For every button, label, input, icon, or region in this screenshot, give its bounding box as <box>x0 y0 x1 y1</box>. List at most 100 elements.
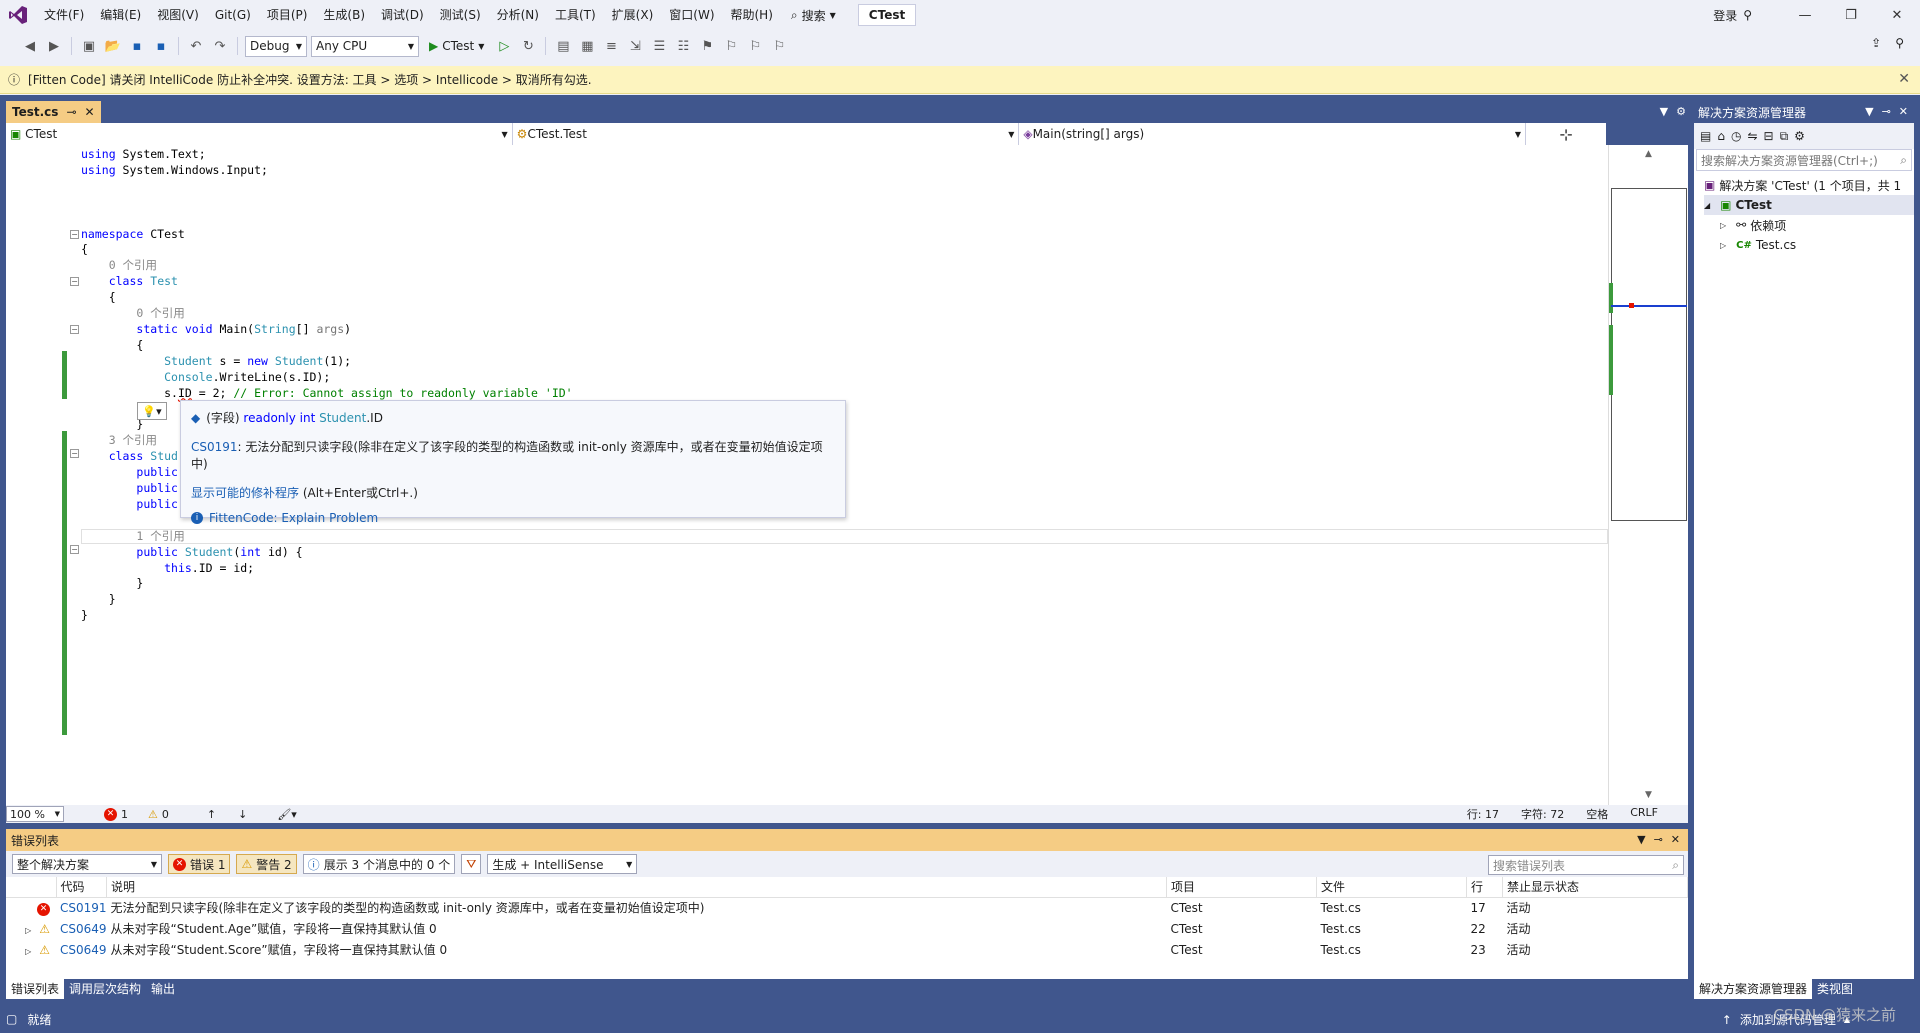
sync-icon[interactable]: ⇋ <box>1747 129 1757 143</box>
line-indicator[interactable]: 行: 17 <box>1467 806 1499 822</box>
restore-button[interactable]: ❐ <box>1828 0 1874 30</box>
menu-test[interactable]: 测试(S) <box>432 0 489 30</box>
bookmark-icon[interactable]: ⚑ <box>697 36 717 56</box>
tab-class-view[interactable]: 类视图 <box>1812 979 1858 999</box>
collapse-icon[interactable]: ◢ <box>1704 201 1710 210</box>
table-row[interactable]: ✕ CS0191 无法分配到只读字段(除非在定义了该字段的类型的构造函数或 in… <box>6 897 1688 918</box>
tree-item-solution[interactable]: ▣ 解决方案 'CTest' (1 个项目，共 1 <box>1704 175 1914 195</box>
project-column-header[interactable]: 项目 <box>1166 877 1318 898</box>
save-icon[interactable]: ▪ <box>127 36 147 56</box>
close-window-button[interactable]: ✕ <box>1874 0 1920 30</box>
severity-column-header[interactable] <box>6 877 57 898</box>
window-layout-icon[interactable]: ▦ <box>577 36 597 56</box>
code-column-header[interactable]: 代码 <box>56 877 108 898</box>
history-icon[interactable]: ◷ <box>1731 129 1741 143</box>
tree-item-test-cs[interactable]: ▷ C# Test.cs <box>1704 235 1914 255</box>
menu-debug[interactable]: 调试(D) <box>373 0 432 30</box>
column-indicator[interactable]: 字符: 72 <box>1521 806 1564 822</box>
bookmark-prev-icon[interactable]: ⚐ <box>721 36 741 56</box>
tab-test-cs[interactable]: Test.cs ⊸ ✕ <box>6 101 101 123</box>
fitten-explain-link[interactable]: FittenCode: Explain Problem <box>209 511 378 525</box>
fold-constructor[interactable]: − <box>70 545 79 554</box>
properties-icon[interactable]: ⚙ <box>1794 129 1805 143</box>
expand-icon[interactable]: ▷ <box>25 926 31 935</box>
switch-views-icon[interactable]: ▤ <box>1700 129 1711 143</box>
menu-file[interactable]: 文件(F) <box>36 0 92 30</box>
start-debugging-button[interactable]: ▶ CTest ▼ <box>423 39 490 53</box>
step-icon[interactable]: ⇲ <box>625 36 645 56</box>
visual-studio-logo-icon[interactable] <box>0 0 36 30</box>
show-all-files-icon[interactable]: ⧉ <box>1780 129 1789 144</box>
chevron-down-icon[interactable]: ▼ <box>1865 105 1873 118</box>
chevron-down-icon[interactable]: ▼ <box>1637 833 1645 846</box>
login-link[interactable]: 登录 <box>1713 7 1737 24</box>
suppression-column-header[interactable]: 禁止显示状态 <box>1502 877 1688 898</box>
menu-edit[interactable]: 编辑(E) <box>92 0 149 30</box>
menu-extensions[interactable]: 扩展(X) <box>604 0 662 30</box>
uncomment-icon[interactable]: ☷ <box>673 36 693 56</box>
minimap-viewport[interactable] <box>1611 188 1687 521</box>
file-column-header[interactable]: 文件 <box>1316 877 1468 898</box>
expand-icon[interactable]: ▷ <box>1720 221 1726 230</box>
errors-filter-button[interactable]: ✕ 错误 1 <box>168 854 231 874</box>
pin-icon[interactable]: ⊸ <box>1654 833 1663 846</box>
build-filter-select[interactable]: 生成 + IntelliSense ▼ <box>487 854 638 874</box>
minimize-button[interactable]: — <box>1782 0 1828 30</box>
menu-tools[interactable]: 工具(T) <box>547 0 604 30</box>
pin-icon[interactable]: ⊸ <box>1882 105 1891 118</box>
scope-select[interactable]: 整个解决方案 ▼ <box>12 854 162 874</box>
menu-project[interactable]: 项目(P) <box>259 0 316 30</box>
editor-warning-count[interactable]: ⚠ 0 <box>148 808 169 821</box>
close-icon[interactable]: ✕ <box>1899 105 1908 118</box>
code-text[interactable]: using System.Text; using System.Windows.… <box>81 147 573 624</box>
messages-filter-button[interactable]: ⓘ 展示 3 个消息中的 0 个 <box>302 854 456 874</box>
save-all-icon[interactable]: ▪ <box>151 36 171 56</box>
fold-namespace[interactable]: − <box>70 230 79 239</box>
search-menu[interactable]: ⌕ 搜索 ▼ <box>781 7 846 24</box>
account-icon[interactable]: ⚲ <box>1743 8 1752 22</box>
minimap-scrollbar[interactable]: ▲ ▼ <box>1608 145 1688 805</box>
table-row[interactable]: ▷ ⚠ CS0649 从未对字段“Student.Age”赋值，字段将一直保持其默… <box>6 918 1688 939</box>
line-column-header[interactable]: 行 <box>1466 877 1504 898</box>
pin-icon[interactable]: ⚲ <box>1895 36 1904 50</box>
filter-icon[interactable]: ⛛ <box>461 854 482 874</box>
warning-code-link[interactable]: CS0649 <box>56 939 107 960</box>
previous-issue-icon[interactable]: ↑ <box>207 808 216 821</box>
fold-class-student[interactable]: − <box>70 449 79 458</box>
scroll-up-icon[interactable]: ▲ <box>1645 149 1652 159</box>
tree-item-dependencies[interactable]: ▷ ⚯ 依赖项 <box>1704 215 1914 235</box>
redo-icon[interactable]: ↷ <box>210 36 230 56</box>
start-without-debugging-icon[interactable]: ▷ <box>494 36 514 56</box>
solution-explorer-search-input[interactable]: 搜索解决方案资源管理器(Ctrl+;) ⌕ <box>1696 149 1912 171</box>
bookmark-clear-icon[interactable]: ⚐ <box>769 36 789 56</box>
warnings-filter-button[interactable]: ⚠ 警告 2 <box>236 854 297 874</box>
menu-help[interactable]: 帮助(H) <box>723 0 781 30</box>
warning-code-link[interactable]: CS0649 <box>56 918 107 939</box>
signature-type[interactable]: Student <box>319 411 366 425</box>
menu-git[interactable]: Git(G) <box>207 0 259 30</box>
error-code-link[interactable]: CS0191 <box>191 440 238 454</box>
lightbulb-icon[interactable]: 💡▾ <box>137 402 167 420</box>
home-icon[interactable]: ⌂ <box>1717 129 1725 143</box>
split-editor-icon[interactable]: ⊹ <box>1526 123 1607 145</box>
tab-error-list[interactable]: 错误列表 <box>6 979 65 999</box>
menu-analyze[interactable]: 分析(N) <box>489 0 547 30</box>
configuration-select[interactable]: Debug ▼ <box>245 35 307 57</box>
undo-icon[interactable]: ↶ <box>186 36 206 56</box>
open-file-icon[interactable]: 📂 <box>103 36 123 56</box>
class-nav-select[interactable]: ⚙CTest.Test ▼ <box>512 123 1020 145</box>
comment-icon[interactable]: ☰ <box>649 36 669 56</box>
tab-call-hierarchy[interactable]: 调用层次结构 <box>64 979 146 999</box>
project-nav-select[interactable]: ▣ CTest ▼ <box>6 123 513 145</box>
close-icon[interactable]: ✕ <box>85 105 95 119</box>
error-list-search-input[interactable]: 搜索错误列表 ⌕ <box>1488 855 1684 875</box>
format-icon[interactable]: ≡ <box>601 36 621 56</box>
chevron-down-icon[interactable]: ▼ <box>1660 105 1668 118</box>
expand-icon[interactable]: ▷ <box>25 947 31 956</box>
member-nav-select[interactable]: ◈Main(string[] args) ▼ <box>1019 123 1527 145</box>
share-icon[interactable]: ⇪ <box>1871 36 1881 50</box>
editor-error-count[interactable]: ✕ 1 <box>104 807 128 821</box>
description-column-header[interactable]: 说明 <box>106 877 1168 898</box>
tab-solution-explorer[interactable]: 解决方案资源管理器 <box>1694 979 1813 999</box>
forward-icon[interactable]: ▶ <box>44 36 64 56</box>
